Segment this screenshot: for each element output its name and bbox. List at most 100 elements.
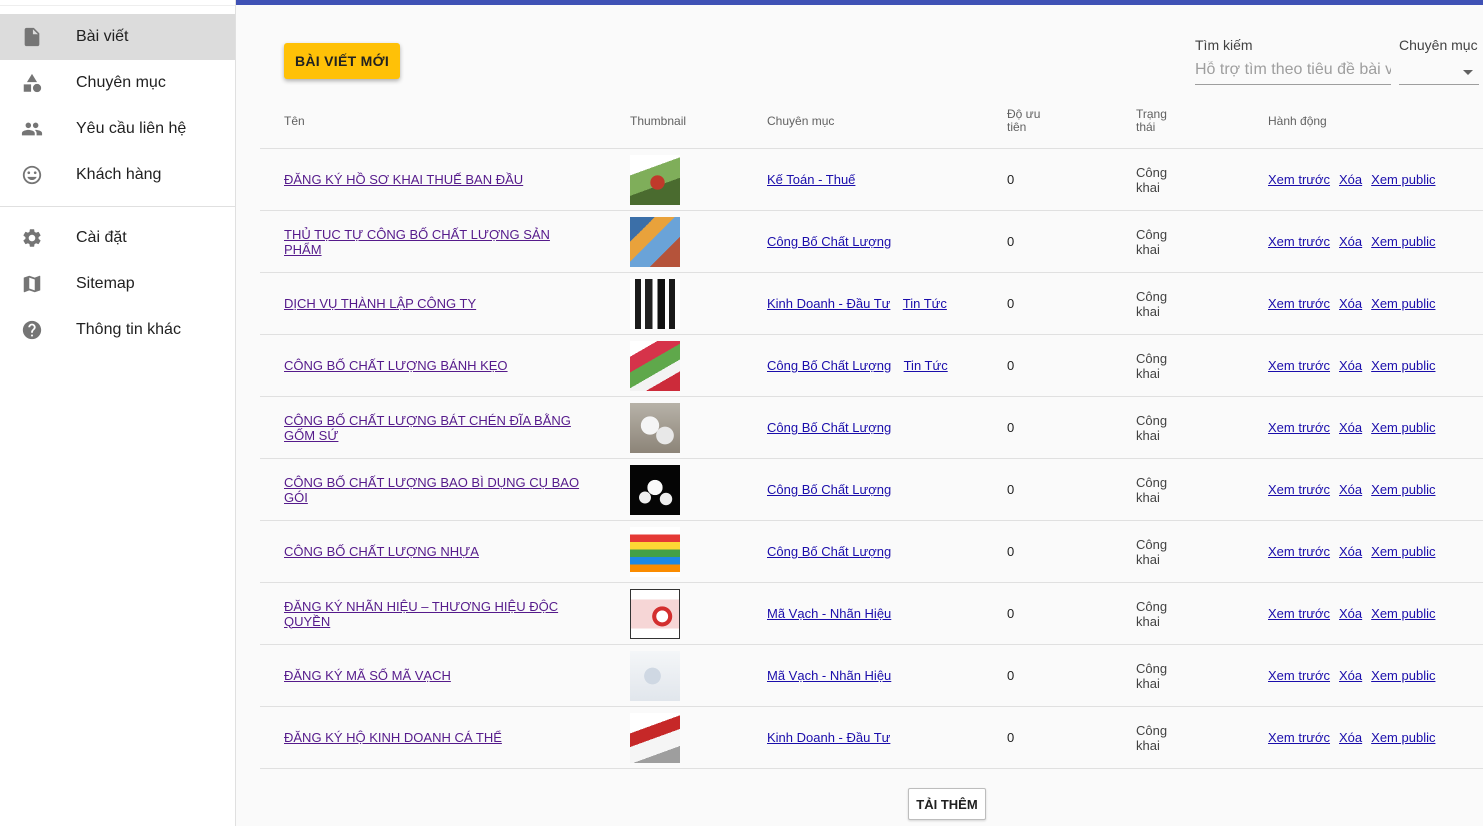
view-public-link[interactable]: Xem public — [1371, 544, 1435, 559]
view-public-link[interactable]: Xem public — [1371, 172, 1435, 187]
new-post-button[interactable]: BÀI VIẾT MỚI — [284, 43, 400, 79]
sidebar-item-label: Khách hàng — [76, 166, 162, 183]
category-link[interactable]: Mã Vạch - Nhãn Hiệu — [767, 606, 891, 621]
preview-link[interactable]: Xem trước — [1268, 296, 1330, 311]
delete-link[interactable]: Xóa — [1339, 730, 1362, 745]
cell-status: Công khai — [1112, 273, 1244, 334]
category-link[interactable]: Công Bố Chất Lượng — [767, 544, 891, 559]
priority-value: 0 — [1007, 730, 1015, 745]
sidebar-item-label: Yêu cầu liên hệ — [76, 120, 187, 137]
delete-link[interactable]: Xóa — [1339, 668, 1362, 683]
cell-status: Công khai — [1112, 335, 1244, 396]
post-title-link[interactable]: ĐĂNG KÝ NHÃN HIỆU – THƯƠNG HIỆU ĐỘC QUYỀ… — [284, 599, 582, 629]
view-public-link[interactable]: Xem public — [1371, 296, 1435, 311]
cell-thumbnail — [606, 583, 743, 644]
sidebar-item-categories[interactable]: Chuyên mục — [0, 60, 235, 106]
preview-link[interactable]: Xem trước — [1268, 730, 1330, 745]
header-priority[interactable]: Độ ưu tiên — [983, 94, 1112, 148]
post-title-link[interactable]: ĐĂNG KÝ MÃ SỐ MÃ VẠCH — [284, 668, 451, 683]
category-select[interactable] — [1399, 61, 1479, 85]
sidebar-item-label: Cài đặt — [76, 229, 127, 246]
preview-link[interactable]: Xem trước — [1268, 420, 1330, 435]
delete-link[interactable]: Xóa — [1339, 606, 1362, 621]
preview-link[interactable]: Xem trước — [1268, 172, 1330, 187]
cell-name: CÔNG BỐ CHẤT LƯỢNG BÁT CHÉN ĐĨA BẰNG GỐM… — [260, 397, 606, 458]
priority-value: 0 — [1007, 544, 1015, 559]
view-public-link[interactable]: Xem public — [1371, 668, 1435, 683]
view-public-link[interactable]: Xem public — [1371, 482, 1435, 497]
header-category: Chuyên mục — [767, 113, 835, 128]
preview-link[interactable]: Xem trước — [1268, 482, 1330, 497]
preview-link[interactable]: Xem trước — [1268, 606, 1330, 621]
status-value: Công khai — [1136, 598, 1168, 629]
sidebar-item-contact-requests[interactable]: Yêu cầu liên hệ — [0, 106, 235, 152]
category-links: Công Bố Chất Lượng — [767, 482, 900, 497]
category-link[interactable]: Kinh Doanh - Đầu Tư — [767, 296, 890, 311]
delete-link[interactable]: Xóa — [1339, 234, 1362, 249]
delete-link[interactable]: Xóa — [1339, 420, 1362, 435]
category-link[interactable]: Tin Tức — [904, 358, 948, 373]
post-title-link[interactable]: DỊCH VỤ THÀNH LẬP CÔNG TY — [284, 296, 476, 311]
category-link[interactable]: Công Bố Chất Lượng — [767, 358, 891, 373]
sidebar-item-sitemap[interactable]: Sitemap — [0, 261, 235, 307]
cell-category: Công Bố Chất Lượng Tin Tức — [743, 335, 983, 396]
category-link[interactable]: Công Bố Chất Lượng — [767, 234, 891, 249]
cell-status: Công khai — [1112, 149, 1244, 210]
view-public-link[interactable]: Xem public — [1371, 234, 1435, 249]
cell-name: ĐĂNG KÝ MÃ SỐ MÃ VẠCH — [260, 645, 606, 706]
view-public-link[interactable]: Xem public — [1371, 358, 1435, 373]
cell-thumbnail — [606, 645, 743, 706]
post-title-link[interactable]: CÔNG BỐ CHẤT LƯỢNG BÁT CHÉN ĐĨA BẰNG GỐM… — [284, 413, 582, 443]
post-title-link[interactable]: CÔNG BỐ CHẤT LƯỢNG BÁNH KẸO — [284, 358, 508, 373]
view-public-link[interactable]: Xem public — [1371, 606, 1435, 621]
delete-link[interactable]: Xóa — [1339, 172, 1362, 187]
category-link[interactable]: Tin Tức — [903, 296, 947, 311]
category-link[interactable]: Công Bố Chất Lượng — [767, 482, 891, 497]
sidebar-item-posts[interactable]: Bài viết — [0, 14, 235, 60]
preview-link[interactable]: Xem trước — [1268, 358, 1330, 373]
sidebar-item-other-info[interactable]: Thông tin khác — [0, 307, 235, 353]
view-public-link[interactable]: Xem public — [1371, 420, 1435, 435]
sidebar-item-customers[interactable]: Khách hàng — [0, 152, 235, 198]
preview-link[interactable]: Xem trước — [1268, 668, 1330, 683]
preview-link[interactable]: Xem trước — [1268, 234, 1330, 249]
search-input[interactable]: Hỗ trợ tìm theo tiêu đề bài viết — [1195, 61, 1391, 85]
priority-value: 0 — [1007, 358, 1015, 373]
cell-priority: 0 — [983, 149, 1112, 210]
post-title-link[interactable]: CÔNG BỐ CHẤT LƯỢNG NHỰA — [284, 544, 479, 559]
load-more-button[interactable]: TẢI THÊM — [908, 788, 986, 820]
status-value: Công khai — [1136, 722, 1168, 753]
sidebar-item-settings[interactable]: Cài đặt — [0, 215, 235, 261]
category-link[interactable]: Kinh Doanh - Đầu Tư — [767, 730, 890, 745]
priority-value: 0 — [1007, 234, 1015, 249]
table-row: ĐĂNG KÝ NHÃN HIỆU – THƯƠNG HIỆU ĐỘC QUYỀ… — [260, 583, 1483, 645]
category-link[interactable]: Mã Vạch - Nhãn Hiệu — [767, 668, 891, 683]
post-thumbnail-image — [630, 464, 680, 515]
header-name[interactable]: Tên — [260, 94, 606, 148]
status-value: Công khai — [1136, 288, 1168, 319]
preview-link[interactable]: Xem trước — [1268, 544, 1330, 559]
cell-thumbnail — [606, 211, 743, 272]
post-thumbnail-image — [630, 712, 680, 763]
row-actions: Xem trước Xóa Xem public — [1268, 606, 1444, 621]
category-link[interactable]: Kế Toán - Thuế — [767, 172, 855, 187]
delete-link[interactable]: Xóa — [1339, 482, 1362, 497]
delete-link[interactable]: Xóa — [1339, 296, 1362, 311]
table-row: THỦ TỤC TỰ CÔNG BỐ CHẤT LƯỢNG SẢN PHẨM C… — [260, 211, 1483, 273]
post-title-link[interactable]: ĐĂNG KÝ HỒ SƠ KHAI THUẾ BAN ĐẦU — [284, 172, 523, 187]
table-row: DỊCH VỤ THÀNH LẬP CÔNG TY Kinh Doanh - Đ… — [260, 273, 1483, 335]
post-title-link[interactable]: CÔNG BỐ CHẤT LƯỢNG BAO BÌ DỤNG CỤ BAO GÓ… — [284, 475, 582, 505]
smiley-icon — [20, 163, 44, 187]
post-title-link[interactable]: THỦ TỤC TỰ CÔNG BỐ CHẤT LƯỢNG SẢN PHẨM — [284, 227, 582, 257]
priority-value: 0 — [1007, 420, 1015, 435]
category-link[interactable]: Công Bố Chất Lượng — [767, 420, 891, 435]
view-public-link[interactable]: Xem public — [1371, 730, 1435, 745]
cell-category: Công Bố Chất Lượng — [743, 397, 983, 458]
post-thumbnail-image — [630, 340, 680, 391]
search-field: Tìm kiếm Hỗ trợ tìm theo tiêu đề bài viế… — [1195, 37, 1391, 85]
post-title-link[interactable]: ĐĂNG KÝ HỘ KINH DOANH CÁ THỂ — [284, 730, 502, 745]
delete-link[interactable]: Xóa — [1339, 358, 1362, 373]
header-status[interactable]: Trạng thái — [1112, 94, 1244, 148]
cell-priority: 0 — [983, 583, 1112, 644]
delete-link[interactable]: Xóa — [1339, 544, 1362, 559]
